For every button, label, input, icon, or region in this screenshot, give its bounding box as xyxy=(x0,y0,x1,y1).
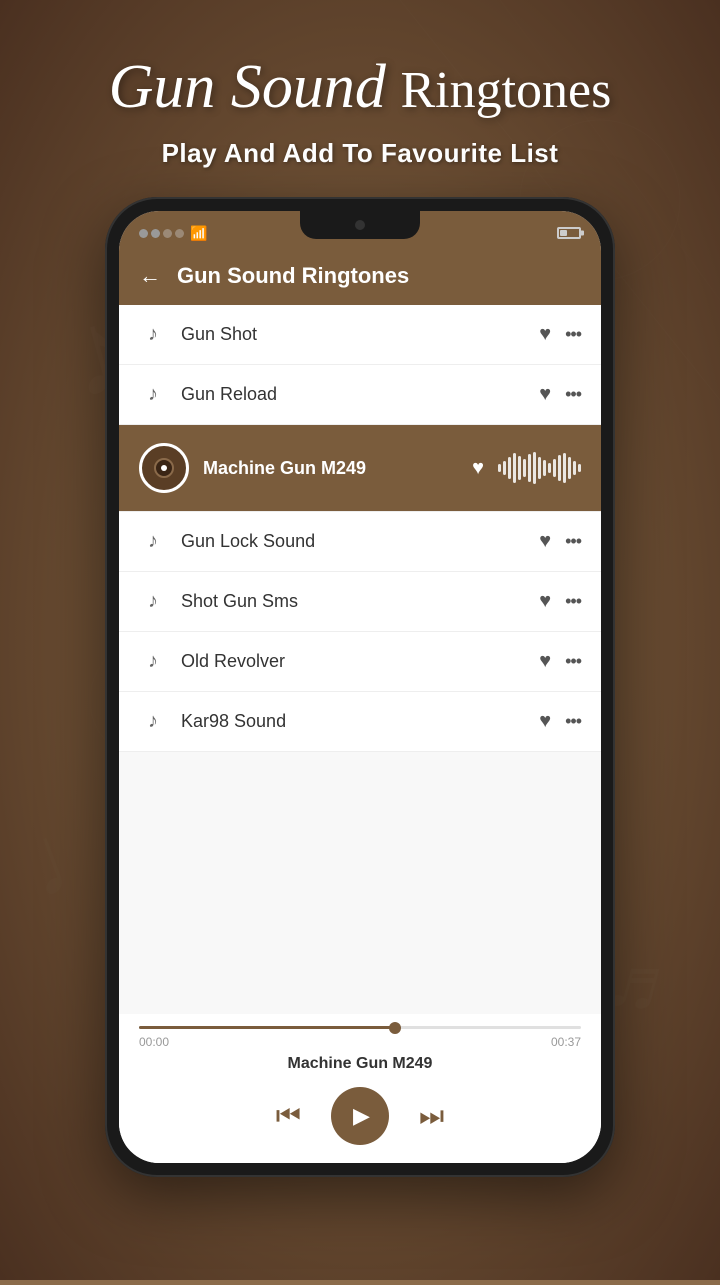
front-camera xyxy=(355,220,365,230)
ringtone-name: Shot Gun Sms xyxy=(181,591,525,612)
more-button[interactable]: ••• xyxy=(565,651,581,672)
app-title-text: Gun Sound Ringtones xyxy=(109,50,612,124)
ringtone-item[interactable]: ♪ Kar98 Sound ♥ ••• xyxy=(119,692,601,752)
more-button[interactable]: ••• xyxy=(565,531,581,552)
more-button[interactable]: ••• xyxy=(565,711,581,732)
ringtone-name: Gun Shot xyxy=(181,324,525,345)
vinyl-center xyxy=(161,465,167,471)
waveform-icon xyxy=(498,452,581,484)
favorite-button[interactable]: ♥ xyxy=(539,383,551,406)
player-song-name: Machine Gun M249 xyxy=(139,1055,581,1073)
favorite-button[interactable]: ♥ xyxy=(539,323,551,346)
back-button[interactable]: ← xyxy=(139,263,161,289)
ringtone-list: ♪ Gun Shot ♥ ••• ♪ Gun Reload ♥ ••• xyxy=(119,305,601,1014)
music-icon: ♪ xyxy=(139,323,167,346)
ringtone-item[interactable]: ♪ Old Revolver ♥ ••• xyxy=(119,632,601,692)
ringtone-name: Gun Reload xyxy=(181,384,525,405)
screen-content: ♪ Gun Shot ♥ ••• ♪ Gun Reload ♥ ••• xyxy=(119,305,601,1163)
progress-fill xyxy=(139,1026,395,1029)
play-icon: ▶ xyxy=(353,1103,370,1129)
music-icon: ♪ xyxy=(139,650,167,673)
battery-icon xyxy=(557,227,581,239)
app-subtitle: Play And Add To Favourite List xyxy=(162,138,559,169)
ringtone-item-playing[interactable]: Machine Gun M249 ♥ xyxy=(119,425,601,512)
screen-title: Gun Sound Ringtones xyxy=(177,263,409,289)
vinyl-inner xyxy=(154,458,174,478)
time-total: 00:37 xyxy=(551,1035,581,1049)
favorite-button[interactable]: ♥ xyxy=(539,590,551,613)
player-controls: ⏮ ▶ ⏭ xyxy=(139,1087,581,1145)
play-pause-button[interactable]: ▶ xyxy=(331,1087,389,1145)
app-title-block: Gun Sound Ringtones xyxy=(109,50,612,124)
forward-button[interactable]: ⏭ xyxy=(419,1100,444,1133)
more-button[interactable]: ••• xyxy=(565,591,581,612)
ringtone-name: Old Revolver xyxy=(181,651,525,672)
rewind-button[interactable]: ⏮ xyxy=(276,1100,301,1133)
ringtone-name: Kar98 Sound xyxy=(181,711,525,732)
music-icon: ♪ xyxy=(139,383,167,406)
music-icon: ♪ xyxy=(139,530,167,553)
ringtone-name-playing: Machine Gun M249 xyxy=(203,458,458,479)
phone-notch xyxy=(300,211,420,239)
ringtone-item[interactable]: ♪ Gun Lock Sound ♥ ••• xyxy=(119,512,601,572)
progress-dot xyxy=(389,1022,401,1034)
battery-fill xyxy=(560,230,567,236)
player-bar: 00:00 00:37 Machine Gun M249 ⏮ ▶ ⏭ xyxy=(119,1014,601,1163)
phone-screen: ← Gun Sound Ringtones ♪ Gun Shot ♥ ••• ♪ xyxy=(119,211,601,1163)
favorite-button[interactable]: ♥ xyxy=(539,530,551,553)
favorite-button[interactable]: ♥ xyxy=(539,710,551,733)
more-button[interactable]: ••• xyxy=(565,324,581,345)
status-right xyxy=(551,227,581,239)
music-icon: ♪ xyxy=(139,590,167,613)
phone-frame: 📶 45% ← Gun Sound Ringtones xyxy=(105,197,615,1177)
status-left: 📶 xyxy=(139,225,207,242)
ringtone-item[interactable]: ♪ Gun Shot ♥ ••• xyxy=(119,305,601,365)
signal-strength xyxy=(139,229,184,238)
ringtone-item[interactable]: ♪ Shot Gun Sms ♥ ••• xyxy=(119,572,601,632)
ringtone-name: Gun Lock Sound xyxy=(181,531,525,552)
wifi-icon: 📶 xyxy=(190,225,207,242)
favorite-button-playing[interactable]: ♥ xyxy=(472,457,484,480)
favorite-button[interactable]: ♥ xyxy=(539,650,551,673)
vinyl-icon xyxy=(139,443,189,493)
main-content: Gun Sound Ringtones Play And Add To Favo… xyxy=(0,0,720,1280)
time-current: 00:00 xyxy=(139,1035,169,1049)
time-row: 00:00 00:37 xyxy=(139,1035,581,1049)
music-icon: ♪ xyxy=(139,710,167,733)
ringtone-item[interactable]: ♪ Gun Reload ♥ ••• xyxy=(119,365,601,425)
progress-bar[interactable] xyxy=(139,1026,581,1029)
more-button[interactable]: ••• xyxy=(565,384,581,405)
